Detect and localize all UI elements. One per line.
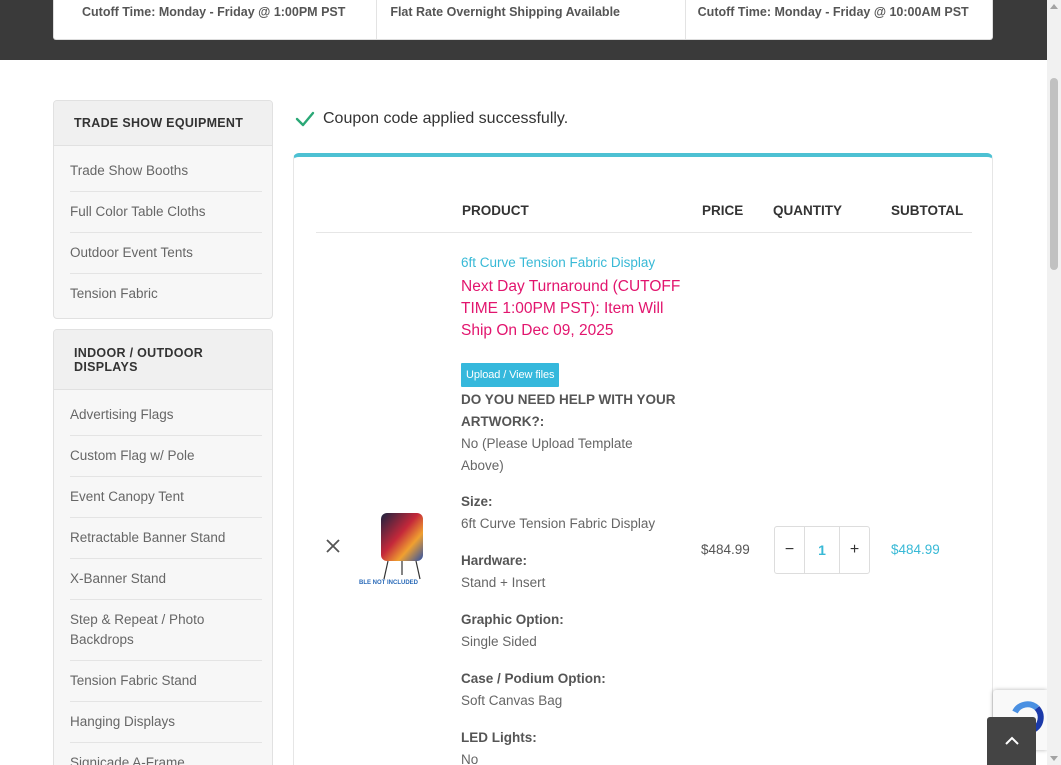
turnaround-notice: Next Day Turnaround (CUTOFF TIME 1:00PM … <box>461 278 681 339</box>
header-product: PRODUCT <box>462 203 529 218</box>
artwork-question: DO YOU NEED HELP WITH YOUR ARTWORK?: <box>461 392 676 429</box>
led-value: No <box>461 752 479 765</box>
sidebar-item-x-banner[interactable]: X-Banner Stand <box>70 559 262 600</box>
header-quantity: QUANTITY <box>773 203 842 218</box>
back-to-top-button[interactable] <box>987 717 1036 765</box>
sidebar-item-advertising-flags[interactable]: Advertising Flags <box>70 395 262 436</box>
quantity-stepper: − + <box>774 526 870 574</box>
product-thumbnail[interactable]: BLE NOT INCLUDED <box>358 511 428 591</box>
displays-list: Advertising Flags Custom Flag w/ Pole Ev… <box>54 390 272 765</box>
shipping-flat-rate: Flat Rate Overnight Shipping Available <box>377 0 686 39</box>
upload-files-button[interactable]: Upload / View files <box>461 363 560 387</box>
cart-table: PRODUCT PRICE QUANTITY SUBTOTAL BLE NOT … <box>293 153 993 765</box>
chevron-up-icon <box>1004 736 1019 745</box>
led-label: LED Lights: <box>461 730 537 745</box>
size-value: 6ft Curve Tension Fabric Display <box>461 516 656 531</box>
displays-title: INDOOR / OUTDOOR DISPLAYS <box>54 330 272 390</box>
item-subtotal: $484.99 <box>891 542 940 557</box>
check-icon <box>295 111 315 127</box>
shipping-cutoff-1: Cutoff Time: Monday - Friday @ 1:00PM PS… <box>54 0 378 39</box>
shipping-cutoff-2: Cutoff Time: Monday - Friday @ 10:00AM P… <box>697 5 969 19</box>
scroll-down-arrow-icon[interactable] <box>1050 756 1058 761</box>
size-option: Size: 6ft Curve Tension Fabric Display <box>461 491 676 535</box>
sidebar-item-step-repeat[interactable]: Step & Repeat / Photo Backdrops <box>70 600 262 661</box>
sidebar-item-retractable-banner[interactable]: Retractable Banner Stand <box>70 518 262 559</box>
coupon-notice-text: Coupon code applied successfully. <box>323 110 569 127</box>
sidebar-item-event-tents[interactable]: Outdoor Event Tents <box>70 233 262 274</box>
quantity-increase-button[interactable]: + <box>839 527 869 573</box>
coupon-notice: Coupon code applied successfully. <box>295 110 568 128</box>
remove-item-icon[interactable] <box>324 537 342 555</box>
sidebar: TRADE SHOW EQUIPMENT Trade Show Booths F… <box>53 100 273 765</box>
product-name-link[interactable]: 6ft Curve Tension Fabric Display <box>461 255 655 270</box>
case-value: Soft Canvas Bag <box>461 693 563 708</box>
trade-show-list: Trade Show Booths Full Color Table Cloth… <box>54 146 272 318</box>
header-subtotal: SUBTOTAL <box>891 203 964 218</box>
item-price: $484.99 <box>701 542 750 557</box>
shipping-info-bar: Cutoff Time: Monday - Friday @ 1:00PM PS… <box>53 0 993 40</box>
sidebar-item-trade-show-booths[interactable]: Trade Show Booths <box>70 151 262 192</box>
quantity-decrease-button[interactable]: − <box>775 527 805 573</box>
trade-show-widget: TRADE SHOW EQUIPMENT Trade Show Booths F… <box>53 100 273 319</box>
sidebar-item-canopy-tent[interactable]: Event Canopy Tent <box>70 477 262 518</box>
size-label: Size: <box>461 494 493 509</box>
sidebar-item-table-cloths[interactable]: Full Color Table Cloths <box>70 192 262 233</box>
scroll-up-arrow-icon[interactable] <box>1050 4 1058 9</box>
trade-show-title: TRADE SHOW EQUIPMENT <box>54 101 272 146</box>
artwork-option: DO YOU NEED HELP WITH YOUR ARTWORK?: No … <box>461 389 676 477</box>
hardware-option: Hardware: Stand + Insert <box>461 550 676 594</box>
sidebar-item-hanging-displays[interactable]: Hanging Displays <box>70 702 262 743</box>
artwork-answer: No (Please Upload Template Above) <box>461 436 633 473</box>
quantity-input[interactable] <box>805 527 839 573</box>
graphic-label: Graphic Option: <box>461 612 564 627</box>
hardware-label: Hardware: <box>461 553 528 568</box>
case-label: Case / Podium Option: <box>461 671 606 686</box>
header-price: PRICE <box>702 203 744 218</box>
graphic-option: Graphic Option: Single Sided <box>461 609 676 653</box>
sidebar-item-tension-fabric[interactable]: Tension Fabric <box>70 274 262 314</box>
hardware-value: Stand + Insert <box>461 575 546 590</box>
thumb-caption: BLE NOT INCLUDED <box>359 580 419 586</box>
case-option: Case / Podium Option: Soft Canvas Bag <box>461 668 676 712</box>
scrollbar-thumb[interactable] <box>1050 78 1058 270</box>
led-option: LED Lights: No <box>461 727 676 765</box>
sidebar-item-custom-flag[interactable]: Custom Flag w/ Pole <box>70 436 262 477</box>
page-scrollbar[interactable] <box>1047 0 1061 765</box>
sidebar-item-tension-fabric-stand[interactable]: Tension Fabric Stand <box>70 661 262 702</box>
cart-header-row: PRODUCT PRICE QUANTITY SUBTOTAL <box>316 187 972 233</box>
graphic-value: Single Sided <box>461 634 537 649</box>
displays-widget: INDOOR / OUTDOOR DISPLAYS Advertising Fl… <box>53 329 273 765</box>
sidebar-item-signicade[interactable]: Signicade A-Frame <box>70 743 262 765</box>
